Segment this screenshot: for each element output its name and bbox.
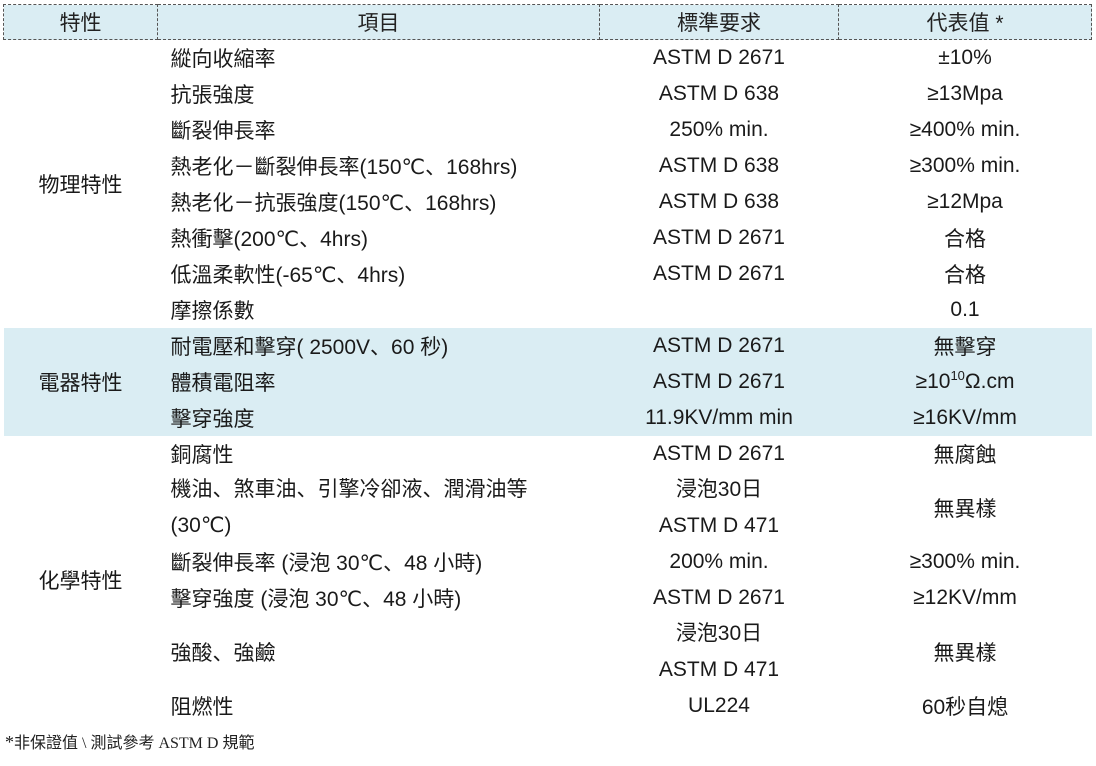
row-standard: 浸泡30日 ASTM D 471 — [600, 472, 839, 544]
row-value: ≥300% min. — [909, 154, 1021, 177]
row-item: 銅腐性 — [170, 444, 234, 467]
footnote-star: * — [5, 732, 14, 752]
row-standard: 200% min. — [669, 550, 769, 573]
table-row: 抗張強度 ASTM D 638 ≥13Mpa — [4, 76, 1092, 112]
row-item: 縱向收縮率 — [170, 48, 276, 71]
row-standard: ASTM D 638 — [658, 190, 780, 213]
group-physical: 物理特性 — [38, 174, 123, 197]
row-value: ≥12Mpa — [927, 190, 1003, 213]
group-electrical: 電器特性 — [3, 328, 158, 436]
row-standard — [600, 292, 839, 328]
row-item-line1: 機油、煞車油、引擎冷卻液、潤滑油等 — [170, 478, 528, 501]
row-standard-line2: ASTM D 471 — [658, 514, 780, 537]
row-standard: 250% min. — [669, 118, 769, 141]
header-standard: 標準要求 — [599, 4, 839, 40]
row-standard-line1: 浸泡30日 — [675, 478, 763, 501]
row-item: 斷裂伸長率 — [170, 120, 276, 143]
value-exponent: 10 — [950, 368, 965, 383]
table-row: 熱老化－抗張強度(150℃、168hrs) ASTM D 638 ≥12Mpa — [4, 184, 1092, 220]
row-value: ≥400% min. — [909, 118, 1021, 141]
row-item: 擊穿強度 (浸泡 30℃、48 小時) — [170, 588, 462, 611]
row-item: 體積電阻率 — [157, 364, 600, 400]
table-row: 擊穿強度 11.9KV/mm min ≥16KV/mm — [4, 400, 1092, 436]
row-item: 強酸、強鹼 — [170, 642, 276, 665]
table-row: 熱衝擊(200℃、4hrs) ASTM D 2671 合格 — [4, 220, 1092, 256]
row-item: 低溫柔軟性(-65℃、4hrs) — [170, 264, 406, 287]
row-standard: ASTM D 638 — [658, 154, 780, 177]
row-item: 熱衝擊(200℃、4hrs) — [170, 228, 368, 251]
table-row: 電器特性 耐電壓和擊穿( 2500V、60 秒) ASTM D 2671 無擊穿 — [3, 328, 1092, 436]
row-standard: ASTM D 2671 — [653, 226, 785, 249]
row-value: ≥12KV/mm — [913, 586, 1017, 609]
row-item: 抗張強度 — [170, 84, 255, 107]
header-item: 項目 — [157, 4, 600, 40]
table-row: 機油、煞車油、引擎冷卻液、潤滑油等 (30℃) 浸泡30日 ASTM D 471 無… — [4, 472, 1092, 544]
table-row: 斷裂伸長率 (浸泡 30℃、48 小時) 200% min. ≥300% min… — [4, 544, 1092, 580]
row-value: 無擊穿 — [838, 328, 1092, 364]
row-item: 熱老化－抗張強度(150℃、168hrs) — [170, 192, 497, 215]
row-standard: 浸泡30日 ASTM D 471 — [600, 616, 839, 688]
table-row: 物理特性 縱向收縮率 ASTM D 2671 ±10% — [4, 40, 1092, 197]
row-item: 機油、煞車油、引擎冷卻液、潤滑油等 (30℃) — [158, 472, 600, 544]
row-item: 阻燃性 — [170, 696, 234, 719]
row-item: 擊穿強度 — [157, 400, 600, 436]
row-standard: ASTM D 2671 — [653, 586, 785, 609]
row-standard: ASTM D 638 — [658, 82, 780, 105]
row-item: 摩擦係數 — [170, 300, 255, 323]
footnote-text: 非保證值 \ 測試參考 ASTM D 規範 — [14, 735, 255, 752]
row-value: ≥16KV/mm — [838, 400, 1092, 436]
table-row: 化學特性 銅腐性 ASTM D 2671 無腐蝕 — [4, 436, 1092, 593]
row-value: ±10% — [938, 46, 992, 69]
table-row: 摩擦係數 0.1 — [4, 292, 1092, 328]
row-value: ≥13Mpa — [927, 82, 1003, 105]
value-unit: Ω.cm — [964, 370, 1015, 393]
row-item-line2: (30℃) — [170, 514, 232, 537]
table-row: 擊穿強度 (浸泡 30℃、48 小時) ASTM D 2671 ≥12KV/mm — [4, 580, 1092, 616]
row-value: ≥300% min. — [909, 550, 1021, 573]
row-standard: ASTM D 2671 — [653, 262, 785, 285]
row-value: 0.1 — [950, 298, 980, 321]
spec-table: 特性 項目 標準要求 代表值 * 物理特性 縱向收縮率 ASTM D 2671 … — [3, 4, 1092, 724]
row-value: ≥1010Ω.cm — [838, 364, 1092, 400]
row-value: 合格 — [944, 264, 986, 287]
row-standard-line1: 浸泡30日 — [675, 622, 763, 645]
table-row: 熱老化－斷裂伸長率(150℃、168hrs) ASTM D 638 ≥300% … — [4, 148, 1092, 184]
row-standard: ASTM D 2671 — [599, 328, 839, 364]
spec-table-wrapper: 特性 項目 標準要求 代表值 * 物理特性 縱向收縮率 ASTM D 2671 … — [3, 4, 1092, 724]
row-item: 斷裂伸長率 (浸泡 30℃、48 小時) — [170, 552, 483, 575]
row-standard: UL224 — [688, 694, 750, 717]
table-row: 強酸、強鹼 浸泡30日 ASTM D 471 無異樣 — [4, 616, 1092, 688]
header-typical-value: 代表值 * — [838, 4, 1092, 40]
header-row: 特性 項目 標準要求 代表值 * — [3, 4, 1092, 40]
row-value: 合格 — [944, 228, 986, 251]
row-standard-line2: ASTM D 471 — [658, 658, 780, 681]
row-item: 熱老化－斷裂伸長率(150℃、168hrs) — [170, 156, 518, 179]
row-standard: ASTM D 2671 — [653, 442, 785, 465]
table-row: 低溫柔軟性(-65℃、4hrs) ASTM D 2671 合格 — [4, 256, 1092, 292]
row-standard: ASTM D 2671 — [599, 364, 839, 400]
footnote: *非保證值 \ 測試參考 ASTM D 規範 — [5, 729, 254, 753]
row-item: 耐電壓和擊穿( 2500V、60 秒) — [157, 328, 600, 364]
header-property: 特性 — [3, 4, 158, 40]
row-standard: 11.9KV/mm min — [599, 400, 839, 436]
table-row: 斷裂伸長率 250% min. ≥400% min. — [4, 112, 1092, 148]
table-row: 體積電阻率 ASTM D 2671 ≥1010Ω.cm — [4, 364, 1092, 400]
row-value: 無異樣 — [933, 498, 997, 521]
group-chemical: 化學特性 — [38, 570, 123, 593]
row-value: 60秒自熄 — [921, 696, 1009, 719]
row-standard: ASTM D 2671 — [653, 46, 785, 69]
row-value: 無腐蝕 — [933, 444, 997, 467]
row-value: 無異樣 — [933, 642, 997, 665]
table-row: 阻燃性 UL224 60秒自熄 — [4, 688, 1092, 724]
value-prefix: ≥10 — [915, 370, 951, 393]
